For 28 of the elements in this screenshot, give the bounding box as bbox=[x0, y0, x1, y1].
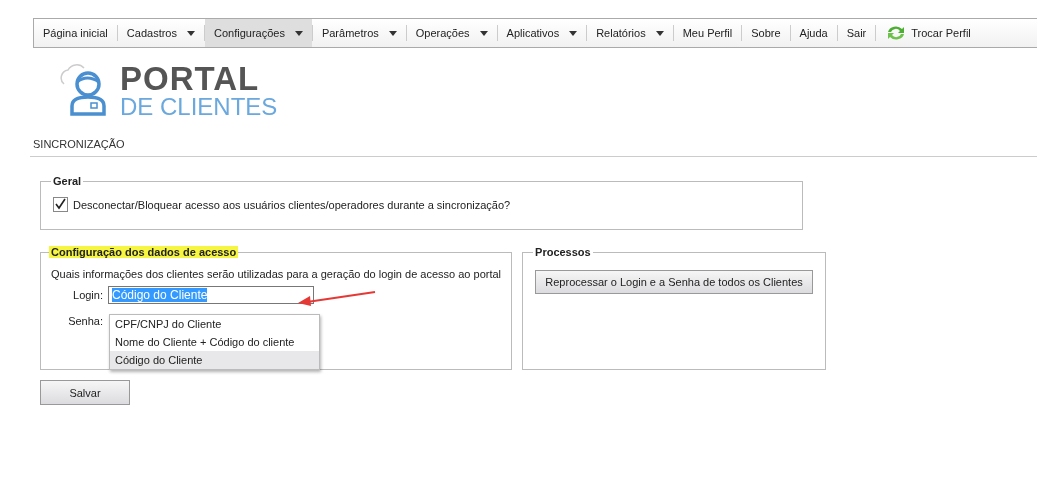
nav-item[interactable]: Página inicial bbox=[34, 19, 117, 47]
dropdown-option[interactable]: Nome do Cliente + Código do cliente bbox=[110, 333, 319, 351]
nav-item[interactable]: Cadastros bbox=[117, 19, 204, 47]
checkbox-label: Desconectar/Bloquear acesso aos usuários clientes/operadores durante a sincronização? bbox=[73, 198, 511, 211]
nav-item[interactable]: Configurações bbox=[204, 19, 312, 47]
nav-item[interactable]: Sair bbox=[837, 19, 876, 47]
page-title: SINCRONIZAÇÃO bbox=[30, 138, 1037, 157]
nav-item[interactable]: Sobre bbox=[742, 19, 790, 47]
logo-subtitle: DE CLIENTES bbox=[120, 94, 278, 119]
dropdown-option[interactable]: CPF/CNPJ do Cliente bbox=[110, 315, 319, 333]
switch-profile-link[interactable]: Trocar Perfil bbox=[876, 19, 980, 47]
field-label: Senha: bbox=[67, 315, 103, 327]
reprocess-button[interactable]: Reprocessar o Login e a Senha de todos os Clientes bbox=[535, 270, 814, 294]
dropdown-option[interactable]: Código do Cliente bbox=[110, 351, 319, 369]
nav-item[interactable]: Parâmetros bbox=[312, 19, 406, 47]
field-label: Login: bbox=[72, 289, 103, 301]
checkbox[interactable] bbox=[53, 197, 68, 212]
nav-item[interactable]: Relatórios bbox=[587, 19, 673, 47]
logo-title: PORTAL bbox=[120, 61, 261, 95]
nav-item[interactable]: Operações bbox=[406, 19, 497, 47]
nav-item[interactable]: Meu Perfil bbox=[673, 19, 742, 47]
panel-legend: Processos bbox=[533, 246, 593, 258]
description: Quais informações dos clientes serão utilizadas para a geração do login de acesso ao portal bbox=[51, 268, 502, 280]
panel-legend: Geral bbox=[51, 175, 84, 187]
nav-item[interactable]: Aplicativos bbox=[497, 19, 587, 47]
panel-legend: Configuração dos dados de acesso bbox=[49, 246, 239, 258]
nav-item[interactable]: Ajuda bbox=[790, 19, 837, 47]
save-button[interactable]: Salvar bbox=[40, 380, 130, 405]
